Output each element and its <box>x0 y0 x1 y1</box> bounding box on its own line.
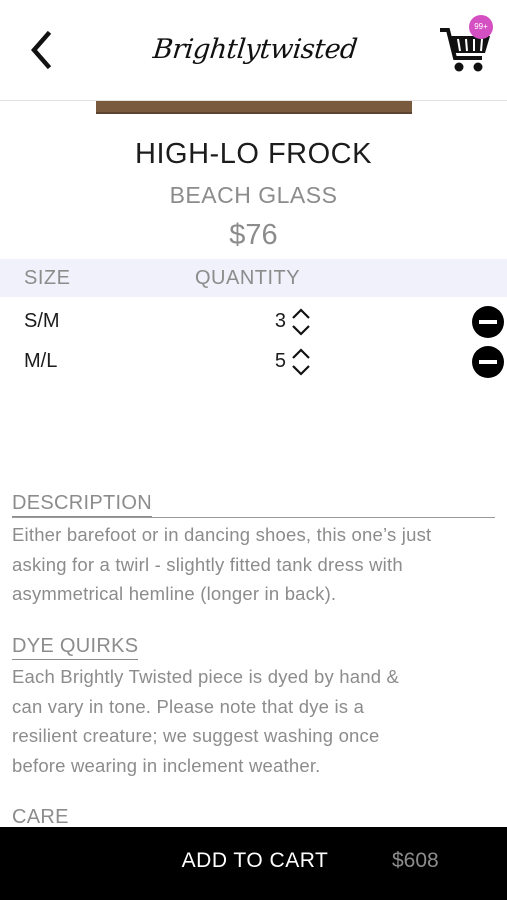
description-text: Either barefoot or in dancing shoes, thi… <box>12 520 502 609</box>
up-down-chevron-icon <box>292 348 310 376</box>
dye-quirks-heading: DYE QUIRKS <box>12 635 139 660</box>
size-label: S/M <box>24 310 60 332</box>
description-line: asymmetrical hemline (longer in back). <box>12 583 337 604</box>
quantity-stepper[interactable] <box>290 346 312 378</box>
quantity-value: 5 <box>274 350 286 372</box>
size-column-header: SIZE <box>24 267 71 289</box>
product-price: $76 <box>229 219 278 251</box>
add-to-cart-button[interactable]: ADD TO CART <box>150 849 360 873</box>
product-image <box>96 100 412 114</box>
dye-quirks-line: Each Brightly Twisted piece is dyed by h… <box>12 666 400 687</box>
description-line: Either barefoot or in dancing shoes, thi… <box>12 524 432 545</box>
bottom-action-bar: ADD TO CART $608 <box>0 827 507 900</box>
quantity-value: 3 <box>274 310 286 332</box>
quantity-stepper[interactable] <box>290 306 312 338</box>
remove-size-button[interactable] <box>472 346 504 378</box>
dye-quirks-line: can vary in tone. Please note that dye i… <box>12 695 365 717</box>
chevron-left-icon <box>31 30 52 70</box>
quantity-column-header: QUANTITY <box>195 267 301 289</box>
product-color: BEACH GLASS <box>169 182 338 208</box>
description-heading: DESCRIPTION <box>12 492 152 517</box>
back-button[interactable] <box>24 28 64 72</box>
cart-count-badge: 99+ <box>469 15 493 39</box>
app-header: Brightlytwisted 99+ <box>0 0 507 101</box>
size-row-ml: M/L 5 <box>0 342 507 382</box>
section-divider <box>12 517 495 518</box>
dye-quirks-line: before wearing in inclement weather. <box>12 754 321 776</box>
up-down-chevron-icon <box>292 308 310 336</box>
remove-size-button[interactable] <box>472 306 504 338</box>
size-row-sm: S/M 3 <box>0 302 507 342</box>
cart-total-price: $608 <box>392 849 439 872</box>
dye-quirks-text: Each Brightly Twisted piece is dyed by h… <box>12 662 502 780</box>
dye-quirks-line: resilient creature; we suggest washing o… <box>12 725 380 746</box>
size-table-header: SIZE QUANTITY <box>0 259 507 297</box>
size-label: M/L <box>24 350 58 372</box>
product-title: HIGH-LO FROCK <box>135 138 372 170</box>
brand-logo[interactable]: Brightlytwisted <box>147 24 362 76</box>
description-line: asking for a twirl - slightly fitted tan… <box>12 553 403 575</box>
product-detail-page: Brightlytwisted 99+ HIGH-LO FROCK BEACH … <box>0 0 507 900</box>
